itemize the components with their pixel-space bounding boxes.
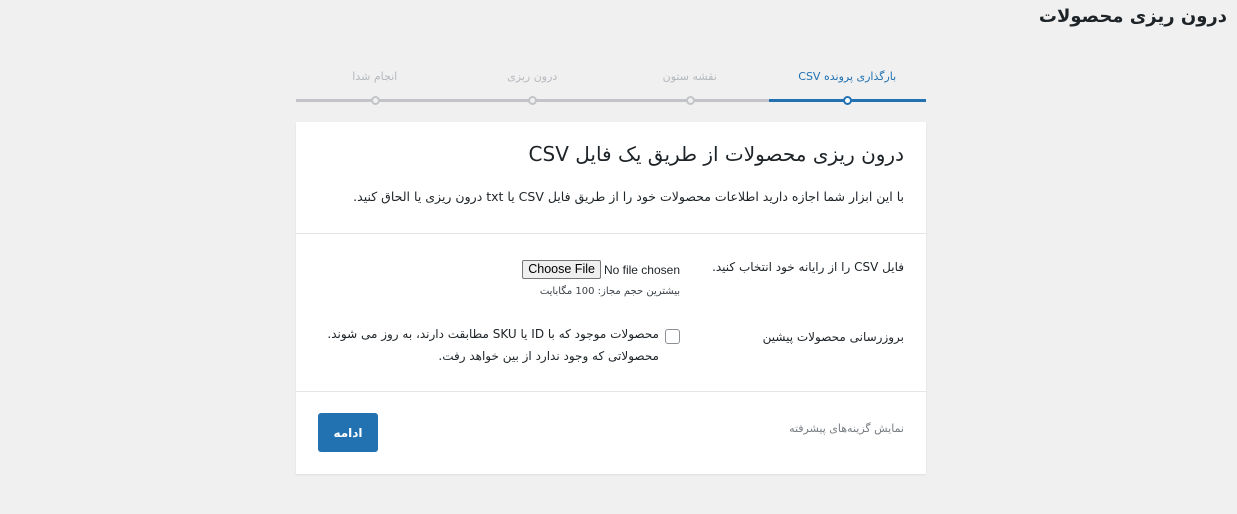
card-header: درون ریزی محصولات از طریق یک فایل CSV با…: [296, 122, 926, 234]
step-label: نقشه ستون: [662, 70, 717, 83]
choose-file-button[interactable]: Choose File: [522, 260, 601, 279]
step-label: درون ریزی: [507, 70, 558, 83]
progress-steps: بارگذاری پرونده CSV نقشه ستون درون ریزی …: [296, 68, 926, 105]
step-done: انجام شدا: [296, 68, 454, 105]
continue-button[interactable]: ادامه: [318, 413, 378, 452]
step-column-mapping: نقشه ستون: [611, 68, 769, 105]
step-dot: [370, 96, 380, 105]
step-label: بارگذاری پرونده CSV: [798, 70, 897, 83]
update-existing-checkbox[interactable]: [665, 329, 680, 344]
page-title: درون ریزی محصولات: [1038, 6, 1227, 27]
card-title: درون ریزی محصولات از طریق یک فایل CSV: [528, 142, 904, 166]
step-label: انجام شدا: [352, 70, 398, 83]
file-status: No file chosen: [603, 262, 680, 277]
step-dot: [843, 96, 853, 105]
import-card: درون ریزی محصولات از طریق یک فایل CSV با…: [296, 122, 926, 474]
import-products-page: درون ریزی محصولات بارگذاری پرونده CSV نق…: [0, 0, 1237, 514]
step-dot: [685, 96, 695, 105]
update-existing-option: محصولات موجود که با ID یا SKU مطابقت دار…: [299, 327, 680, 367]
step-upload-csv: بارگذاری پرونده CSV: [768, 68, 926, 105]
step-dot: [528, 96, 538, 105]
file-size-hint: بیشترین حجم مجاز: 100 مگابایت: [539, 286, 680, 297]
show-advanced-options-link[interactable]: نمایش گزینه‌های پیشرفته: [789, 422, 904, 435]
step-import: درون ریزی: [453, 68, 611, 105]
card-footer: نمایش گزینه‌های پیشرفته ادامه: [296, 392, 926, 474]
file-field-label: فایل CSV را از رایانه خود انتخاب کنید.: [712, 260, 904, 274]
update-field-label: بروزرسانی محصولات پیشین: [762, 330, 904, 344]
file-input: Choose File No file chosen: [522, 260, 680, 279]
card-body: فایل CSV را از رایانه خود انتخاب کنید. C…: [296, 234, 926, 392]
card-description: با این ابزار شما اجازه دارید اطلاعات محص…: [353, 189, 904, 204]
update-existing-text: محصولات موجود که با ID یا SKU مطابقت دار…: [327, 327, 659, 363]
